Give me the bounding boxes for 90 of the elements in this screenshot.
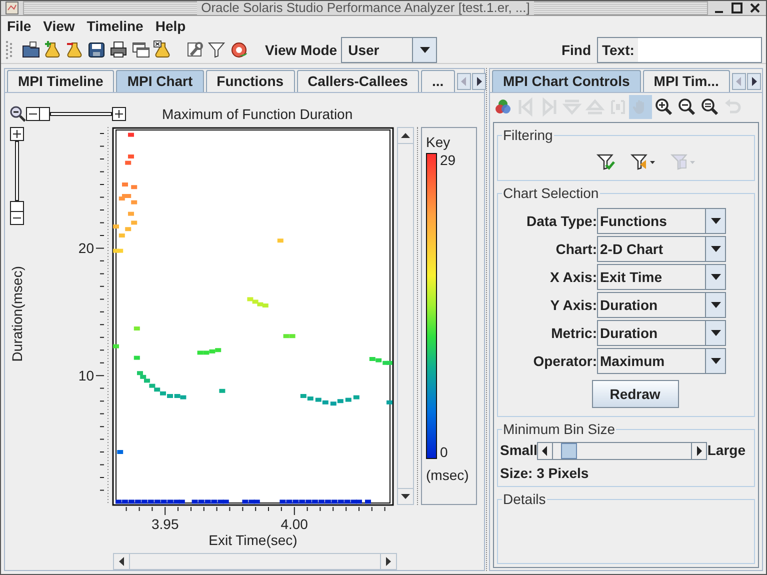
group-title: Details	[502, 490, 547, 509]
zoom-reset-icon[interactable]	[700, 97, 720, 117]
minus-icon[interactable]	[10, 211, 24, 225]
window-title: Oracle Solaris Studio Performance Analyzer [test.1.er, ...]	[197, 1, 534, 15]
tab[interactable]: MPI Tim...	[642, 70, 730, 92]
caret-icon	[710, 245, 722, 253]
y-axis-label: Duration(msec)	[8, 266, 26, 362]
windows-icon[interactable]	[131, 40, 151, 60]
data-bin	[277, 238, 284, 243]
data-bin	[128, 132, 134, 137]
tab[interactable]: Callers-Callees	[296, 70, 419, 92]
data-bin	[386, 400, 392, 404]
close-icon[interactable]	[748, 1, 762, 15]
data-bin	[134, 356, 140, 360]
dropdown[interactable]: Exit Time	[597, 264, 726, 290]
tab[interactable]: ...	[420, 70, 455, 92]
app-icon	[5, 1, 19, 15]
menu-item[interactable]: Timeline	[86, 16, 144, 37]
zoom-in-icon[interactable]	[654, 97, 674, 117]
data-bin	[219, 388, 226, 393]
filter-check-icon[interactable]	[596, 152, 616, 172]
vertical-scrollbar[interactable]	[397, 127, 414, 505]
field-label: Data Type:	[525, 212, 597, 231]
key-title: Key	[426, 134, 452, 150]
data-bin	[117, 450, 124, 454]
field-label: Metric:	[550, 324, 597, 342]
bin-size-value: Size: 3 Pixels	[500, 464, 590, 483]
key-max-label: 29	[440, 153, 456, 167]
tab[interactable]: MPI Chart Controls	[492, 70, 641, 92]
maximize-icon[interactable]	[730, 1, 744, 15]
y-tick-label: 10	[78, 368, 94, 384]
zoom-slider-thumb[interactable]	[40, 107, 50, 121]
zoom-slider-track[interactable]	[15, 141, 19, 201]
printer-icon[interactable]	[109, 40, 129, 60]
data-bin	[134, 326, 140, 330]
field-label: Chart:	[554, 240, 597, 258]
slider-thumb[interactable]	[560, 442, 577, 458]
key-unit-label: (msec)	[426, 466, 470, 485]
folder-icon[interactable]	[21, 40, 41, 60]
toolbar-grip-icon	[5, 39, 13, 61]
x-axis-label: Exit Time(sec)	[208, 532, 298, 548]
caret-icon	[710, 217, 722, 225]
caret-icon	[710, 329, 722, 337]
filter-icon[interactable]	[207, 40, 227, 60]
caret-icon	[710, 301, 722, 309]
zoom-slider-track[interactable]	[50, 112, 112, 116]
y-tick-label: 20	[78, 240, 94, 256]
view-mode-dropdown[interactable]: User	[341, 37, 438, 63]
dropdown[interactable]: Functions	[597, 208, 726, 234]
caret-icon	[710, 273, 722, 281]
dropdown[interactable]: Duration	[597, 292, 726, 318]
filter-dropdown-icon[interactable]	[630, 152, 656, 172]
tab[interactable]: Functions	[206, 70, 295, 92]
dropdown[interactable]: Maximum	[597, 348, 726, 374]
plus-icon[interactable]	[112, 107, 126, 121]
key-min-label: 0	[440, 445, 449, 459]
menu-item[interactable]: View	[43, 16, 75, 37]
find-field[interactable]: Text:	[597, 37, 762, 63]
caret-icon	[710, 357, 722, 365]
minus-icon[interactable]	[26, 107, 40, 121]
field-label: X Axis:	[549, 268, 597, 286]
group-title: Minimum Bin Size	[502, 420, 616, 439]
plus-icon[interactable]	[10, 127, 24, 141]
menu-item[interactable]: Help	[155, 16, 186, 37]
group-title: Filtering	[502, 126, 554, 145]
chart-title: Maximum of Function Duration	[162, 104, 353, 124]
zoom-icon	[10, 106, 26, 122]
dropdown[interactable]: Duration	[597, 320, 726, 346]
x-tick-label: 3.95	[152, 516, 179, 532]
zoom-out-icon[interactable]	[676, 97, 696, 117]
field-label: Y Axis:	[549, 296, 597, 314]
caret-icon	[418, 46, 431, 54]
redraw-button[interactable]: Redraw	[592, 380, 678, 408]
find-label: Find	[561, 40, 591, 60]
field-label: Operator:	[532, 352, 597, 371]
large-label: Large	[707, 441, 746, 460]
x-tick-label: 4.00	[280, 516, 308, 532]
bin-size-slider[interactable]	[537, 442, 708, 460]
data-bin	[113, 344, 119, 348]
view-mode-label: View Mode	[265, 40, 338, 60]
zoom-slider-thumb[interactable]	[10, 201, 24, 211]
group-title: Chart Selection	[502, 184, 600, 203]
tab[interactable]: MPI Timeline	[7, 70, 114, 92]
menu-item[interactable]: File	[7, 16, 32, 37]
record-icon[interactable]	[229, 40, 249, 60]
save-icon[interactable]	[87, 40, 107, 60]
small-label: Small	[500, 441, 538, 460]
dropdown[interactable]: 2-D Chart	[597, 236, 726, 262]
horizontal-scrollbar[interactable]	[113, 553, 397, 570]
tab[interactable]: MPI Chart	[116, 70, 204, 92]
